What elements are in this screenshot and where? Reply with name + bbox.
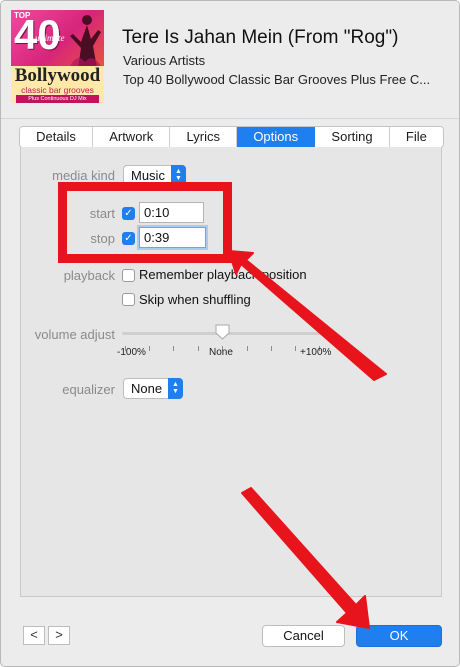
artwork-ultimate-text: ultimate bbox=[35, 33, 65, 43]
volume-mid-label: None bbox=[209, 347, 233, 358]
ok-button[interactable]: OK bbox=[356, 625, 442, 647]
media-kind-value: Music bbox=[131, 168, 165, 183]
header-divider bbox=[1, 118, 459, 119]
next-track-button[interactable]: > bbox=[48, 626, 70, 645]
skip-shuffling-label[interactable]: Skip when shuffling bbox=[139, 292, 251, 307]
tab-options[interactable]: Options bbox=[237, 127, 316, 147]
track-artist: Various Artists bbox=[123, 53, 206, 68]
highlight-box bbox=[58, 182, 232, 263]
artwork-subtitle: classic bar grooves bbox=[21, 85, 94, 95]
volume-adjust-label: volume adjust bbox=[34, 327, 115, 342]
song-info-window: TOP 40 ultimate Bollywood classic bar gr… bbox=[0, 0, 460, 667]
popup-arrows-icon: ▲ ▼ bbox=[168, 378, 183, 399]
volume-slider-thumb[interactable] bbox=[215, 324, 230, 340]
slider-tick bbox=[295, 346, 296, 351]
chevron-left-icon: < bbox=[30, 627, 38, 642]
artwork-mix-badge: Plus Continuous DJ Mix bbox=[16, 95, 99, 103]
slider-tick bbox=[247, 346, 248, 351]
equalizer-label: equalizer bbox=[62, 382, 115, 397]
tab-file[interactable]: File bbox=[389, 127, 443, 147]
track-album: Top 40 Bollywood Classic Bar Grooves Plu… bbox=[123, 72, 431, 87]
volume-min-label: -100% bbox=[117, 347, 146, 358]
track-header: TOP 40 ultimate Bollywood classic bar gr… bbox=[1, 1, 459, 118]
chevron-right-icon: > bbox=[55, 627, 63, 642]
album-artwork: TOP 40 ultimate Bollywood classic bar gr… bbox=[11, 10, 104, 103]
volume-max-label: +100% bbox=[300, 347, 332, 358]
equalizer-popup[interactable]: None ▲ ▼ bbox=[123, 378, 183, 399]
slider-tick bbox=[271, 346, 272, 351]
equalizer-value: None bbox=[131, 381, 163, 396]
tab-details[interactable]: Details bbox=[20, 127, 94, 147]
tab-artwork[interactable]: Artwork bbox=[93, 127, 171, 147]
slider-tick bbox=[173, 346, 174, 351]
remember-position-checkbox[interactable] bbox=[122, 269, 135, 282]
track-title: Tere Is Jahan Mein (From "Rog") bbox=[122, 27, 399, 48]
tab-bar: Details Artwork Lyrics Options Sorting F… bbox=[19, 126, 444, 148]
slider-tick bbox=[149, 346, 150, 351]
cancel-button[interactable]: Cancel bbox=[262, 625, 345, 647]
skip-shuffling-checkbox[interactable] bbox=[122, 293, 135, 306]
tab-sorting[interactable]: Sorting bbox=[315, 127, 390, 147]
artwork-brand: Bollywood bbox=[14, 65, 101, 86]
playback-label: playback bbox=[63, 268, 115, 283]
media-kind-label: media kind bbox=[52, 168, 115, 183]
remember-position-label[interactable]: Remember playback position bbox=[139, 267, 307, 282]
previous-track-button[interactable]: < bbox=[23, 626, 45, 645]
dancer-silhouette-icon bbox=[69, 15, 102, 68]
tab-lyrics[interactable]: Lyrics bbox=[170, 127, 238, 147]
slider-tick bbox=[198, 346, 199, 351]
